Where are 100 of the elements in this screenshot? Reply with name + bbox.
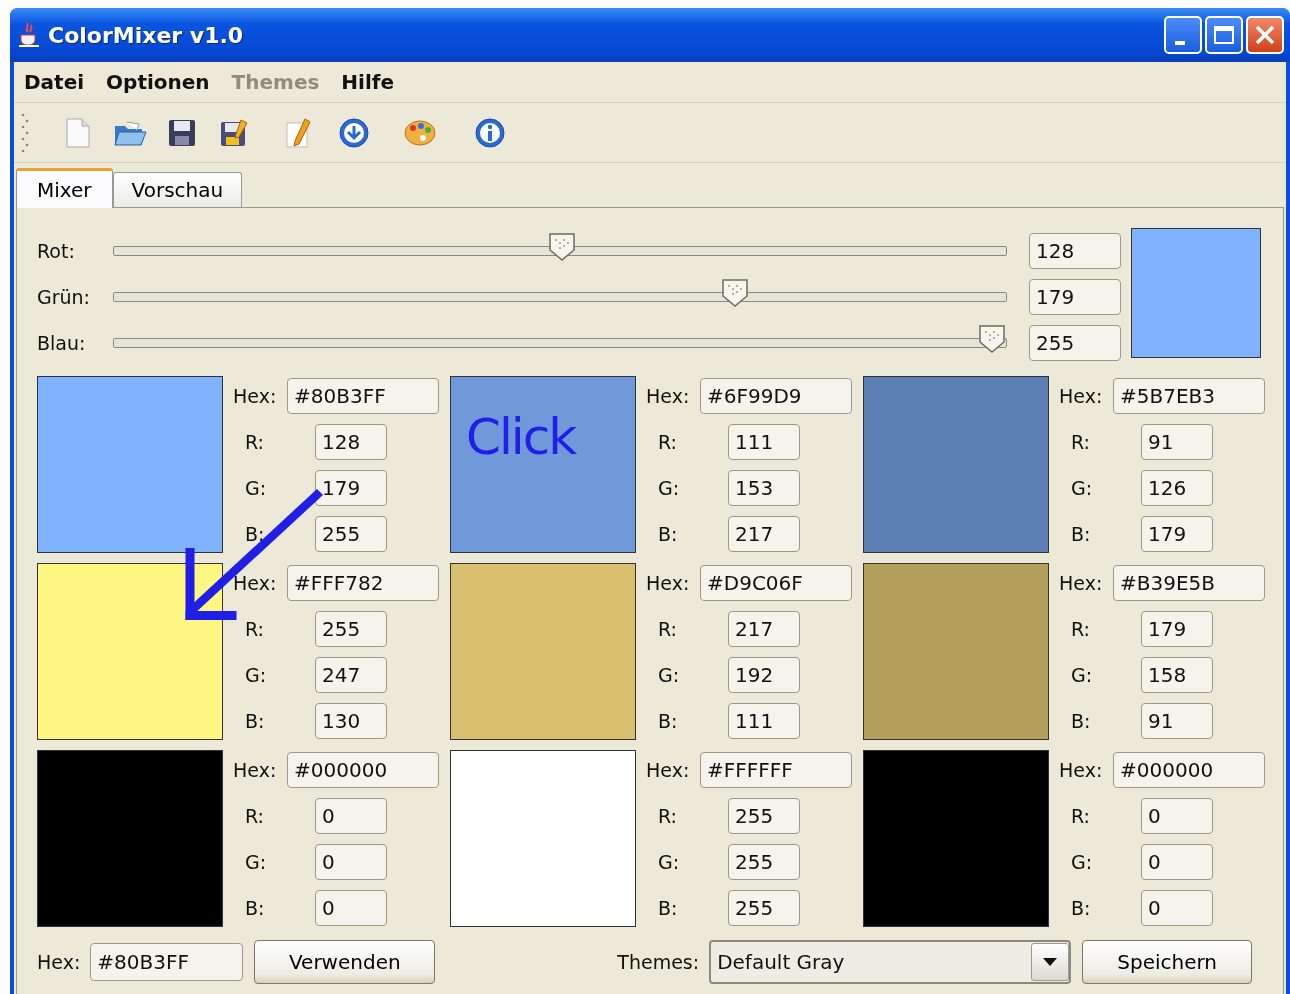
hex-field[interactable]: #B39E5B xyxy=(1113,565,1265,601)
field-label: Hex: xyxy=(646,757,691,783)
hex-field[interactable]: #000000 xyxy=(1113,752,1265,788)
color-swatch[interactable] xyxy=(863,750,1049,927)
value-field[interactable]: 255 xyxy=(728,798,800,834)
value-field[interactable]: 0 xyxy=(315,890,387,926)
save-button[interactable]: Speichern xyxy=(1082,940,1253,984)
field-label: Hex: xyxy=(1059,383,1104,409)
value-field[interactable]: 255 xyxy=(315,611,387,647)
color-swatch[interactable] xyxy=(863,563,1049,740)
minimize-button[interactable] xyxy=(1164,16,1202,54)
field-label: B: xyxy=(1070,521,1092,547)
field-label: Hex: xyxy=(1059,570,1104,596)
hex-field[interactable]: #000000 xyxy=(287,752,439,788)
value-field[interactable]: 217 xyxy=(728,516,800,552)
hex-input[interactable]: #80B3FF xyxy=(90,943,244,981)
field-label: G: xyxy=(1070,849,1094,875)
field-label: G: xyxy=(657,475,681,501)
field-label: B: xyxy=(244,521,266,547)
value-field[interactable]: 158 xyxy=(1141,657,1213,693)
field-label: R: xyxy=(657,429,679,455)
field-label: B: xyxy=(657,708,679,734)
field-label: B: xyxy=(1070,708,1092,734)
slider-thumb[interactable] xyxy=(720,278,749,308)
slider-label: Blau: xyxy=(37,330,87,356)
window-title: ColorMixer v1.0 xyxy=(48,21,244,50)
color-swatch[interactable] xyxy=(450,750,636,927)
menu-item[interactable]: Optionen xyxy=(106,67,210,97)
field-label: B: xyxy=(1070,895,1092,921)
field-label: B: xyxy=(244,895,266,921)
hex-field[interactable]: #80B3FF xyxy=(287,378,439,414)
hex-field[interactable]: #FFFFFF xyxy=(700,752,852,788)
value-field[interactable]: 0 xyxy=(315,798,387,834)
color-swatch[interactable] xyxy=(37,750,223,927)
value-field[interactable]: 179 xyxy=(1141,516,1213,552)
field-label: G: xyxy=(244,849,268,875)
value-field[interactable]: 111 xyxy=(728,703,800,739)
value-field[interactable]: 91 xyxy=(1141,703,1213,739)
tab[interactable]: Vorschau xyxy=(112,172,243,207)
color-swatch[interactable] xyxy=(863,376,1049,553)
field-label: G: xyxy=(1070,662,1094,688)
field-label: R: xyxy=(244,616,266,642)
value-field[interactable]: 255 xyxy=(728,844,800,880)
value-field[interactable]: 179 xyxy=(1141,611,1213,647)
coffee-cup-icon xyxy=(18,22,40,48)
color-swatch[interactable] xyxy=(450,376,636,553)
value-field[interactable]: 153 xyxy=(728,470,800,506)
field-label: B: xyxy=(657,521,679,547)
hex-field[interactable]: #6F99D9 xyxy=(700,378,852,414)
theme-dropdown[interactable]: Default Gray xyxy=(709,940,1072,984)
value-field[interactable]: 255 xyxy=(1029,325,1121,361)
field-label: R: xyxy=(657,803,679,829)
color-swatch[interactable] xyxy=(37,563,223,740)
value-field[interactable]: 179 xyxy=(1029,279,1121,315)
minimize-icon xyxy=(1175,41,1185,45)
value-field[interactable]: 0 xyxy=(315,844,387,880)
maximize-icon xyxy=(1213,25,1235,45)
field-label: G: xyxy=(244,662,268,688)
value-field[interactable]: 179 xyxy=(315,470,387,506)
maximize-button[interactable] xyxy=(1205,16,1243,54)
value-field[interactable]: 192 xyxy=(728,657,800,693)
menu-item[interactable]: Datei xyxy=(24,67,85,97)
value-field[interactable]: 247 xyxy=(315,657,387,693)
value-field[interactable]: 255 xyxy=(728,890,800,926)
field-label: R: xyxy=(1070,616,1092,642)
value-field[interactable]: 128 xyxy=(315,424,387,460)
value-field[interactable]: 91 xyxy=(1141,424,1213,460)
field-label: G: xyxy=(657,849,681,875)
value-field[interactable]: 0 xyxy=(1141,844,1213,880)
slider-thumb[interactable] xyxy=(978,324,1006,354)
value-field[interactable]: 0 xyxy=(1141,890,1213,926)
field-label: R: xyxy=(244,429,266,455)
value-field[interactable]: 255 xyxy=(315,516,387,552)
slider-label: Grün: xyxy=(37,284,92,310)
tab[interactable]: Mixer xyxy=(16,168,113,208)
hex-field[interactable]: #D9C06F xyxy=(700,565,852,601)
value-field[interactable]: 126 xyxy=(1141,470,1213,506)
field-label: Hex: xyxy=(233,757,278,783)
close-button[interactable] xyxy=(1246,16,1284,54)
field-label: G: xyxy=(1070,475,1094,501)
field-label: R: xyxy=(1070,803,1092,829)
dropdown-value: Default Gray xyxy=(717,949,845,976)
field-label: B: xyxy=(657,895,679,921)
color-swatch[interactable] xyxy=(37,376,223,553)
apply-button[interactable]: Verwenden xyxy=(254,940,436,984)
field-label: Hex: xyxy=(233,383,278,409)
hex-field[interactable]: #5B7EB3 xyxy=(1113,378,1265,414)
value-field[interactable]: 217 xyxy=(728,611,800,647)
field-label: Hex: xyxy=(233,570,278,596)
value-field[interactable]: 0 xyxy=(1141,798,1213,834)
hex-field[interactable]: #FFF782 xyxy=(287,565,439,601)
value-field[interactable]: 128 xyxy=(1029,233,1121,269)
close-icon xyxy=(1254,24,1276,46)
value-field[interactable]: 130 xyxy=(315,703,387,739)
field-label: G: xyxy=(244,475,268,501)
value-field[interactable]: 111 xyxy=(728,424,800,460)
slider-thumb[interactable] xyxy=(547,232,576,262)
slider-label: Rot: xyxy=(37,238,76,264)
menu-item[interactable]: Hilfe xyxy=(341,67,395,97)
color-swatch[interactable] xyxy=(450,563,636,740)
